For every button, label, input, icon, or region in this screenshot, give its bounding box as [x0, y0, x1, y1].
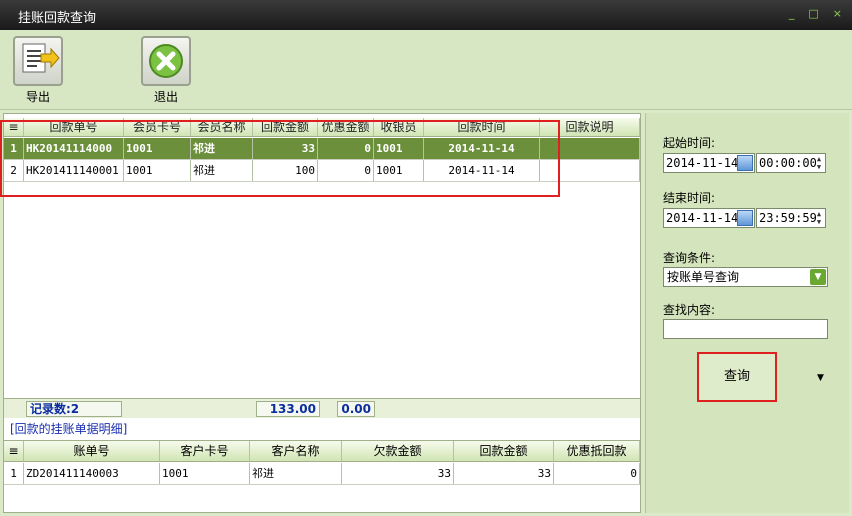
offset-amount: 0: [554, 463, 640, 484]
member-card: 1001: [124, 160, 191, 181]
end-time-input[interactable]: 23:59:59 ▲ ▼: [756, 208, 826, 228]
member-name: 祁进: [191, 138, 253, 159]
paid-amount: 33: [454, 463, 554, 484]
content-label: 查找内容:: [663, 303, 716, 317]
col-header[interactable]: 回款时间: [424, 118, 540, 136]
calendar-icon[interactable]: [737, 155, 753, 171]
table-row[interactable]: 1 HK20141114000 1001 祁进 33 0 1001 2014-1…: [4, 138, 640, 160]
payment-note: [540, 160, 640, 181]
col-header[interactable]: 客户卡号: [160, 441, 250, 461]
condition-select[interactable]: 按账单号查询 ▼: [663, 267, 828, 287]
export-label: 导出: [25, 90, 50, 104]
cashier: 1001: [374, 160, 424, 181]
col-header[interactable]: 欠款金额: [342, 441, 454, 461]
detail-table-header: ≡ 账单号 客户卡号 客户名称 欠款金额 回款金额 优惠抵回款: [4, 440, 640, 462]
col-header[interactable]: 回款金额: [454, 441, 554, 461]
col-header[interactable]: 回款单号: [24, 118, 124, 136]
filter-panel: 起始时间: 2014-11-14 00:00:00 ▲ ▼ 结束时间: 2014-…: [645, 113, 849, 513]
payment-no: HK20141114000: [24, 138, 124, 159]
total-discount: 0.00: [337, 401, 375, 417]
spinner-icon[interactable]: ▲ ▼: [814, 210, 824, 226]
results-panel: ≡ 回款单号 会员卡号 会员名称 回款金额 优惠金额 收银员 回款时间 回款说明…: [3, 113, 641, 513]
total-amount: 133.00: [256, 401, 320, 417]
window-title: 挂账回款查询: [18, 11, 97, 26]
start-time-input[interactable]: 00:00:00 ▲ ▼: [756, 153, 826, 173]
payment-amount: 100: [253, 160, 318, 181]
payments-table-header: ≡ 回款单号 会员卡号 会员名称 回款金额 优惠金额 收银员 回款时间 回款说明: [4, 118, 640, 137]
payment-time: 2014-11-14: [424, 138, 540, 159]
cashier: 1001: [374, 138, 424, 159]
bill-no: ZD201411140003: [24, 463, 160, 484]
col-header[interactable]: 会员名称: [191, 118, 253, 136]
end-time-label: 结束时间:: [663, 191, 716, 205]
col-header[interactable]: 回款金额: [253, 118, 318, 136]
table-row[interactable]: 2 HK201411140001 1001 祁进 100 0 1001 2014…: [4, 160, 640, 182]
customer-name: 祁进: [250, 463, 342, 484]
row-index: 1: [4, 463, 24, 484]
chevron-down-icon[interactable]: ▼: [810, 269, 826, 285]
customer-card: 1001: [160, 463, 250, 484]
col-header[interactable]: 客户名称: [250, 441, 342, 461]
table-row[interactable]: 1 ZD201411140003 1001 祁进 33 33 0: [4, 463, 640, 485]
start-time-label: 起始时间:: [663, 136, 716, 150]
export-button[interactable]: 导出: [8, 36, 68, 105]
end-date-input[interactable]: 2014-11-14: [663, 208, 755, 228]
maximize-button[interactable]: □: [808, 7, 818, 21]
summary-bar: 记录数:2 133.00 0.00: [4, 398, 640, 418]
row-selector-icon[interactable]: ≡: [4, 118, 24, 136]
col-header[interactable]: 优惠抵回款: [554, 441, 640, 461]
debt-amount: 33: [342, 463, 454, 484]
toolbar: 导出 退出: [0, 30, 852, 110]
close-button[interactable]: ×: [833, 7, 842, 21]
export-icon: [13, 36, 63, 86]
col-header[interactable]: 回款说明: [540, 118, 640, 136]
row-index: 1: [4, 138, 24, 159]
condition-label: 查询条件:: [663, 251, 716, 265]
member-card: 1001: [124, 138, 191, 159]
dropdown-arrow-icon[interactable]: ▼: [817, 373, 824, 383]
title-bar: 挂账回款查询 _ □ ×: [0, 0, 852, 30]
col-header[interactable]: 收银员: [374, 118, 424, 136]
col-header[interactable]: 账单号: [24, 441, 160, 461]
spinner-icon[interactable]: ▲ ▼: [814, 155, 824, 171]
payment-amount: 33: [253, 138, 318, 159]
calendar-icon[interactable]: [737, 210, 753, 226]
payment-note: [540, 138, 640, 159]
col-header[interactable]: 会员卡号: [124, 118, 191, 136]
exit-label: 退出: [153, 90, 178, 104]
payment-no: HK201411140001: [24, 160, 124, 181]
record-count: 记录数:2: [26, 401, 122, 417]
discount-amount: 0: [318, 160, 374, 181]
search-content-input[interactable]: [663, 319, 828, 339]
payment-time: 2014-11-14: [424, 160, 540, 181]
discount-amount: 0: [318, 138, 374, 159]
query-button[interactable]: 查询: [697, 352, 777, 402]
col-header[interactable]: 优惠金额: [318, 118, 374, 136]
exit-button[interactable]: 退出: [136, 36, 196, 105]
minimize-button[interactable]: _: [789, 7, 795, 21]
row-selector-icon[interactable]: ≡: [4, 441, 24, 461]
exit-icon: [141, 36, 191, 86]
member-name: 祁进: [191, 160, 253, 181]
row-index: 2: [4, 160, 24, 181]
detail-title: [回款的挂账单据明细]: [10, 422, 128, 436]
start-date-input[interactable]: 2014-11-14: [663, 153, 755, 173]
